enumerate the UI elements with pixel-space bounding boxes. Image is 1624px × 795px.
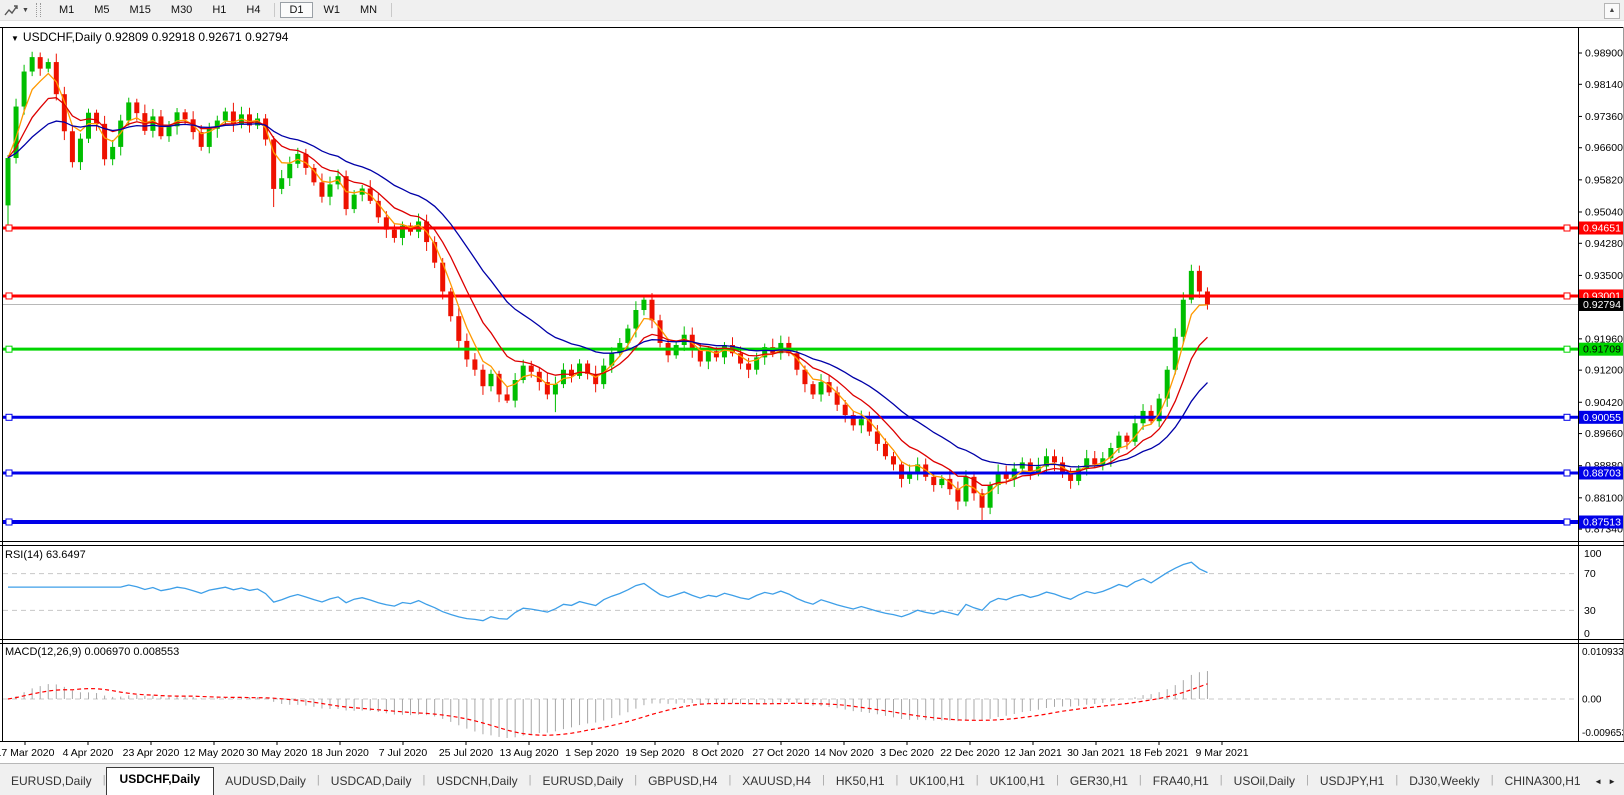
svg-text:23 Apr 2020: 23 Apr 2020 [123,747,180,759]
svg-text:0.87513: 0.87513 [1583,517,1621,529]
tab-uk100-h1[interactable]: UK100,H1 [898,769,975,795]
tab-dj30-weekly[interactable]: DJ30,Weekly [1398,769,1490,795]
svg-text:0.94651: 0.94651 [1583,223,1621,235]
tab-usdcnh-daily[interactable]: USDCNH,Daily [425,769,528,795]
price-chart: 0.98900 0.98140 0.97360 0.96600 0.95820 0.950… [0,26,1624,763]
current-price-badge: 0.92794 [1579,297,1624,311]
svg-text:27 Oct 2020: 27 Oct 2020 [752,747,809,759]
macd-axis-tick: 0.010933 [1582,647,1624,658]
level-badge-0.94651: 0.94651 [1579,221,1624,235]
tab-scroll-left-button[interactable]: ◄ [1594,777,1602,786]
chart-scroll-up-button[interactable]: ▲ [1604,3,1620,19]
rsi-axis-tick: 30 [1584,605,1596,617]
timeframe-toolbar: ▼ M1 M5 M15 M30 H1 H4 D1 W1 MN ▲ [0,0,1624,21]
timeframe-button-m1[interactable]: M1 [50,2,83,18]
dropdown-caret-icon[interactable]: ▼ [22,7,29,14]
tab-eurusd-daily[interactable]: EURUSD,Daily [0,769,103,795]
tab-ger30-h1[interactable]: GER30,H1 [1059,769,1139,795]
line-studies-icon[interactable] [4,3,19,18]
rsi-axis-tick: 0 [1584,628,1590,640]
svg-text:0.90420: 0.90420 [1585,397,1623,409]
svg-text:25 Jul 2020: 25 Jul 2020 [439,747,493,759]
svg-text:30 May 2020: 30 May 2020 [247,747,308,759]
timeframe-button-h1[interactable]: H1 [203,2,235,18]
svg-text:0.93500: 0.93500 [1585,270,1623,282]
svg-text:14 Nov 2020: 14 Nov 2020 [814,747,874,759]
svg-text:0.95820: 0.95820 [1585,174,1623,186]
tab-gbpusd-h4[interactable]: GBPUSD,H4 [637,769,728,795]
macd-axis-tick: 0.00 [1582,695,1602,706]
svg-text:0.88703: 0.88703 [1583,467,1621,479]
level-badge-0.91709: 0.91709 [1579,342,1624,356]
svg-text:0.89660: 0.89660 [1585,428,1623,440]
svg-text:4 Apr 2020: 4 Apr 2020 [63,747,114,759]
svg-text:0.94280: 0.94280 [1585,238,1623,250]
svg-text:22 Dec 2020: 22 Dec 2020 [940,747,1000,759]
rsi-axis-tick: 100 [1584,548,1602,560]
svg-text:30 Jan 2021: 30 Jan 2021 [1067,747,1125,759]
svg-text:8 Oct 2020: 8 Oct 2020 [692,747,744,759]
svg-text:18 Jun 2020: 18 Jun 2020 [311,747,369,759]
macd-axis-tick: -0.009653 [1582,728,1624,739]
tab-scroll-controls: ◄ ► [1583,767,1624,795]
chart-window: 0.98900 0.98140 0.97360 0.96600 0.95820 0.950… [0,26,1624,763]
chart-title: ▼ USDCHF,Daily 0.92809 0.92918 0.92671 0.… [11,30,289,44]
rsi-indicator-label: RSI(14) 63.6497 [5,549,86,561]
timeframe-button-m5[interactable]: M5 [85,2,118,18]
svg-text:0.88100: 0.88100 [1585,492,1623,504]
tab-china300-h1[interactable]: CHINA300,H1 [1494,769,1592,795]
tab-usoil-daily[interactable]: USOil,Daily [1223,769,1306,795]
tab-uk100-h1-2[interactable]: UK100,H1 [979,769,1056,795]
tab-audusd-daily[interactable]: AUDUSD,Daily [214,769,317,795]
timeframe-button-m15[interactable]: M15 [121,2,160,18]
svg-text:7 Jul 2020: 7 Jul 2020 [379,747,428,759]
tab-usdchf-daily[interactable]: USDCHF,Daily [105,767,215,795]
svg-text:17 Mar 2020: 17 Mar 2020 [0,747,55,759]
svg-text:19 Sep 2020: 19 Sep 2020 [625,747,685,759]
timeframe-button-w1[interactable]: W1 [315,2,350,18]
title-marker-icon[interactable]: ▼ [11,34,19,43]
tab-usdjpy-h1[interactable]: USDJPY,H1 [1309,769,1395,795]
svg-text:0.97360: 0.97360 [1585,111,1623,123]
level-badge-0.88703: 0.88703 [1579,466,1624,480]
svg-text:3 Dec 2020: 3 Dec 2020 [880,747,934,759]
svg-text:0.92794: 0.92794 [1583,299,1621,311]
toolbar-separator [391,3,393,17]
tab-eurusd-daily-2[interactable]: EURUSD,Daily [532,769,635,795]
tab-fra40-h1[interactable]: FRA40,H1 [1142,769,1220,795]
level-badge-0.87513: 0.87513 [1579,515,1624,529]
svg-text:0.96600: 0.96600 [1585,142,1623,154]
timeframe-button-h4[interactable]: H4 [237,2,269,18]
svg-text:9 Mar 2021: 9 Mar 2021 [1195,747,1248,759]
chart-tab-bar: EURUSD,Daily | USDCHF,Daily AUDUSD,Daily |… [0,763,1624,795]
svg-text:0.90055: 0.90055 [1583,412,1621,424]
tab-hk50-h1[interactable]: HK50,H1 [825,769,896,795]
svg-text:0.91200: 0.91200 [1585,365,1623,377]
svg-text:0.98900: 0.98900 [1585,48,1623,60]
tab-xauusd-h4[interactable]: XAUUSD,H4 [731,769,822,795]
svg-text:18 Feb 2021: 18 Feb 2021 [1130,747,1189,759]
svg-text:13 Aug 2020: 13 Aug 2020 [500,747,559,759]
svg-text:1 Sep 2020: 1 Sep 2020 [565,747,619,759]
timeframe-button-m30[interactable]: M30 [162,2,201,18]
rsi-axis-tick: 70 [1584,568,1596,580]
timeframe-button-d1[interactable]: D1 [280,2,313,18]
svg-text:0.98140: 0.98140 [1585,79,1623,91]
tab-scroll-right-button[interactable]: ► [1608,777,1616,786]
svg-text:0.95040: 0.95040 [1585,206,1623,218]
tab-usdcad-daily[interactable]: USDCAD,Daily [320,769,423,795]
svg-text:0.91709: 0.91709 [1583,344,1621,356]
svg-text:12 May 2020: 12 May 2020 [184,747,245,759]
toolbar-separator [274,3,276,17]
timeframe-button-mn[interactable]: MN [351,2,386,18]
level-badge-0.90055: 0.90055 [1579,410,1624,424]
macd-indicator-label: MACD(12,26,9) 0.006970 0.008553 [5,646,180,658]
toolbar-grip[interactable] [35,3,41,17]
svg-text:12 Jan 2021: 12 Jan 2021 [1004,747,1062,759]
